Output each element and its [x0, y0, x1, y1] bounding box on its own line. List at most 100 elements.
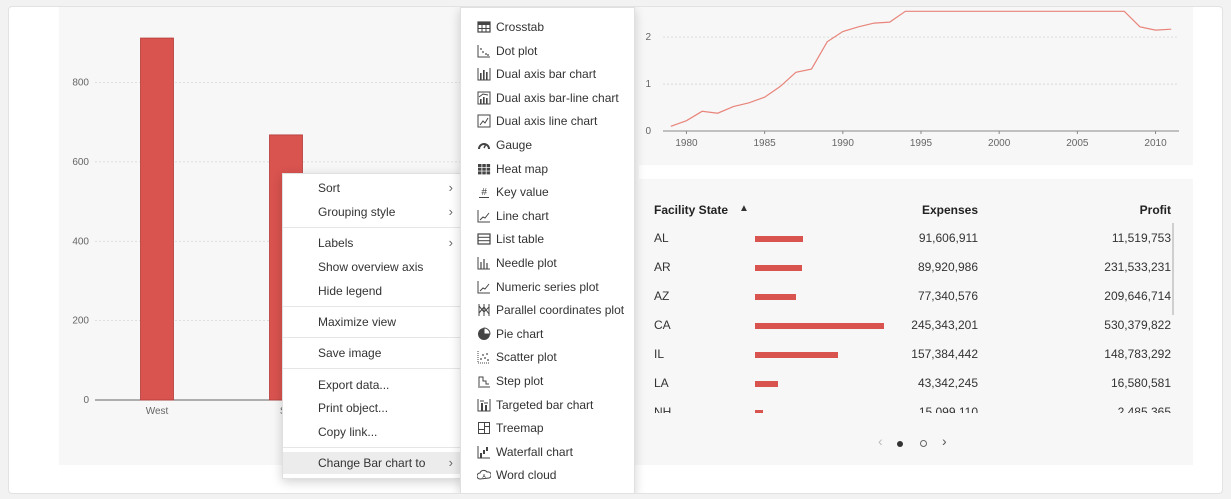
column-header-expenses[interactable]: Expenses [911, 203, 978, 217]
chart-type-parallel-coordinates-plot[interactable]: Parallel coordinates plot [461, 299, 636, 321]
list-table-panel: Facility State ▲ Expenses Profit AL 91,60… [621, 179, 1193, 465]
cell-profit: 148,783,292 [1104, 347, 1171, 361]
chart-type-numeric-series-plot[interactable]: Numeric series plot [461, 276, 636, 298]
chart-type-label: Step plot [496, 374, 544, 388]
chart-type-line-chart[interactable]: Line chart [461, 205, 636, 227]
chart-type-word-cloud[interactable]: A Word cloud [461, 464, 636, 486]
menu-item-hide-legend[interactable]: Hide legend [283, 280, 463, 302]
previous-page-icon[interactable]: ‹ [878, 433, 883, 449]
page-dot-active[interactable] [897, 441, 903, 447]
cell-facility-state: AR [654, 260, 671, 274]
targeted-bar-icon [477, 398, 491, 412]
chart-type-scatter-plot[interactable]: Scatter plot [461, 346, 636, 368]
menu-separator [283, 306, 463, 307]
step-plot-icon [478, 376, 490, 388]
y-tick-label: 200 [72, 316, 89, 327]
menu-item-show-overview-axis[interactable]: Show overview axis [283, 256, 463, 278]
x-tick-label: 2010 [1144, 138, 1167, 149]
line-chart[interactable]: 0 1 2 1980 1985 1990 1995 2000 2005 2010 [621, 7, 1193, 165]
chart-type-needle-plot[interactable]: Needle plot [461, 252, 636, 274]
chart-type-label: Crosstab [496, 20, 545, 34]
chevron-right-icon: › [448, 180, 453, 195]
column-header-facility-state[interactable]: Facility State [654, 203, 728, 217]
column-header-profit[interactable]: Profit [1071, 203, 1171, 217]
bar-west[interactable] [140, 37, 174, 401]
crosstab-icon [477, 21, 491, 33]
chart-type-label: Gauge [496, 138, 533, 152]
chart-type-key-value[interactable]: # Key value [461, 181, 636, 203]
cell-profit: 530,379,822 [1104, 318, 1171, 332]
menu-separator [283, 368, 463, 369]
cell-facility-state: AZ [654, 289, 670, 303]
next-page-icon[interactable]: › [942, 433, 947, 449]
svg-text:A: A [482, 474, 486, 480]
chart-type-dot-plot[interactable]: Dot plot [461, 40, 636, 62]
menu-item-change-bar-chart-to[interactable]: Change Bar chart to › [283, 452, 463, 474]
menu-item-grouping-style[interactable]: Grouping style › [283, 201, 463, 223]
chart-type-step-plot[interactable]: Step plot [461, 370, 636, 392]
menu-item-save-image[interactable]: Save image [283, 342, 463, 364]
parallel-coordinates-icon [478, 304, 490, 317]
menu-item-maximize-view[interactable]: Maximize view [283, 311, 463, 333]
y-tick-label: 0 [645, 126, 651, 137]
cell-expenses: 91,606,911 [918, 231, 978, 245]
chart-type-dual-axis-bar-line-chart[interactable]: Dual axis bar-line chart [461, 87, 636, 109]
menu-item-labels[interactable]: Labels › [283, 232, 463, 254]
menu-item-print-object[interactable]: Print object... [283, 397, 463, 419]
y-tick-label: 400 [72, 236, 89, 247]
chart-type-label: Targeted bar chart [496, 397, 594, 412]
x-tick-label: 1995 [910, 138, 933, 149]
menu-item-sort[interactable]: Sort › [283, 177, 463, 199]
chart-type-label: Parallel coordinates plot [496, 303, 625, 318]
expenses-bar [755, 294, 796, 300]
chart-type-treemap[interactable]: Treemap [461, 417, 636, 439]
sort-ascending-icon[interactable]: ▲ [739, 203, 749, 214]
chart-type-dual-axis-line-chart[interactable]: Dual axis line chart [461, 110, 636, 132]
chart-type-label: Scatter plot [496, 350, 557, 365]
chart-type-label: Dot plot [496, 43, 538, 58]
menu-item-export-data[interactable]: Export data... [283, 374, 463, 396]
word-cloud-icon: A [477, 470, 491, 480]
menu-item-label: Maximize view [318, 315, 397, 329]
expenses-bar [755, 381, 778, 387]
cell-expenses: 245,343,201 [911, 318, 978, 332]
line-series[interactable] [670, 10, 1172, 127]
line-chart-icon [477, 209, 490, 223]
expenses-bar [755, 323, 884, 329]
cell-expenses: 77,340,576 [917, 289, 978, 303]
menu-item-label: Sort [318, 181, 341, 195]
chart-type-pie-chart[interactable]: Pie chart [461, 323, 636, 345]
waterfall-icon [477, 445, 490, 459]
menu-separator [283, 447, 463, 448]
x-tick-label: 2000 [988, 138, 1011, 149]
chart-type-crosstab[interactable]: Crosstab [461, 16, 636, 38]
page-dot[interactable] [920, 440, 927, 447]
table-scrollbar[interactable] [1172, 223, 1174, 315]
chart-type-targeted-bar-chart[interactable]: Targeted bar chart [461, 394, 636, 416]
chart-type-list-table[interactable]: List table [461, 228, 636, 250]
chart-type-label: Heat map [496, 161, 549, 176]
expenses-bar [755, 236, 804, 242]
x-tick-label: 2005 [1066, 138, 1089, 149]
chart-type-gauge[interactable]: Gauge [461, 134, 636, 156]
dot-plot-icon [477, 44, 490, 58]
y-tick-label: 600 [72, 157, 89, 168]
menu-item-label: Change Bar chart to [318, 456, 426, 470]
menu-item-label: Grouping style [318, 205, 396, 219]
gauge-icon [478, 143, 490, 150]
chart-type-label: Needle plot [496, 256, 557, 270]
chart-type-label: List table [496, 232, 545, 247]
menu-item-label: Print object... [318, 401, 389, 415]
menu-item-label: Export data... [318, 378, 390, 392]
change-chart-type-submenu: Crosstab Dot plot Dual axis bar chart Dual … [460, 7, 636, 493]
chart-type-heat-map[interactable]: Heat map [461, 158, 636, 180]
menu-item-copy-link[interactable]: Copy link... [283, 421, 463, 443]
pie-chart-icon [478, 327, 491, 340]
menu-item-label: Copy link... [318, 425, 378, 439]
dual-axis-line-icon [477, 114, 491, 128]
chart-type-label: Treemap [496, 421, 544, 436]
menu-item-label: Show overview axis [318, 260, 424, 274]
chart-type-dual-axis-bar-chart[interactable]: Dual axis bar chart [461, 63, 636, 85]
svg-text:#: # [481, 187, 487, 198]
chart-type-waterfall-chart[interactable]: Waterfall chart [461, 441, 636, 463]
